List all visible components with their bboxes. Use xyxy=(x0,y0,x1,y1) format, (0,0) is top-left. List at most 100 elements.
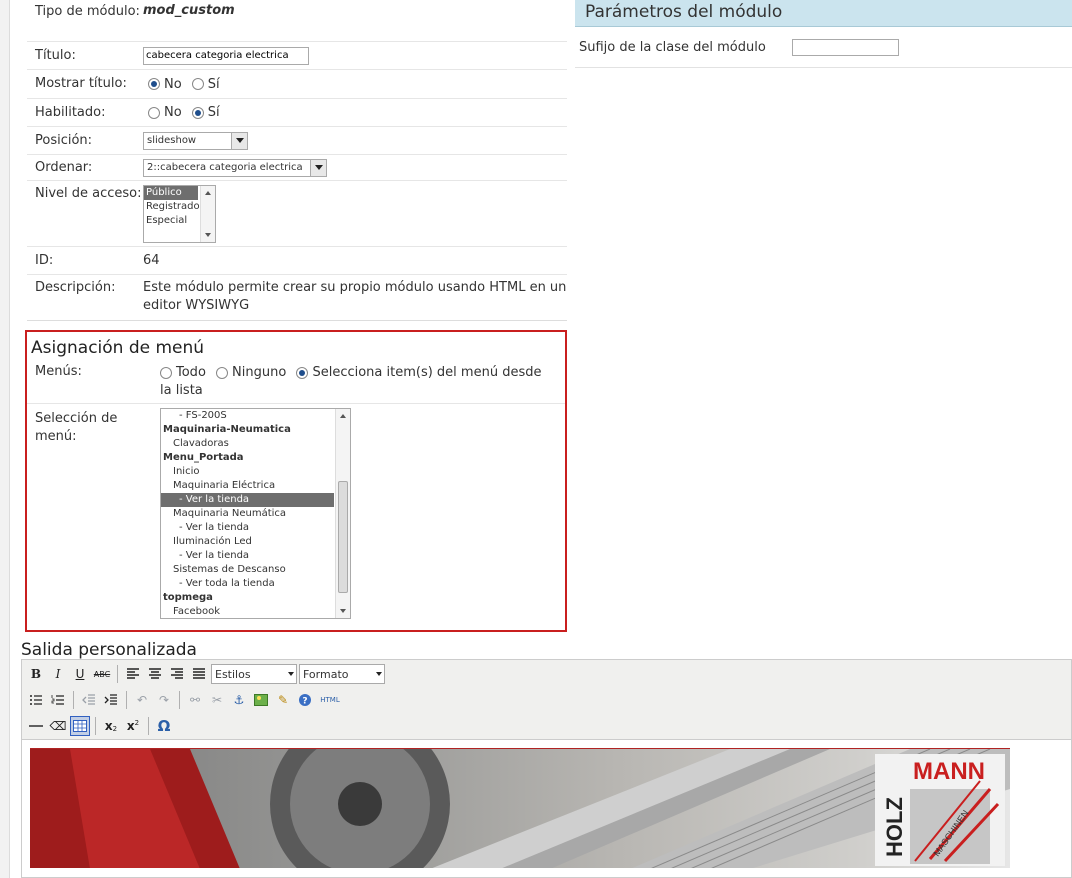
scrollbar[interactable] xyxy=(200,186,215,242)
posicion-select[interactable]: slideshow xyxy=(143,131,248,150)
left-gutter xyxy=(0,0,10,878)
ninguno-option[interactable]: Ninguno xyxy=(216,365,286,380)
module-params-panel: Parámetros del módulo Sufijo de la clase… xyxy=(575,0,1072,69)
styles-value: Estilos xyxy=(215,667,251,681)
table-icon[interactable] xyxy=(70,716,90,736)
align-center-icon[interactable] xyxy=(145,664,165,684)
mostrar-titulo-label: Mostrar título: xyxy=(35,76,127,91)
cleanup-brush-icon[interactable]: ✎ xyxy=(273,690,293,710)
habilitado-no-option[interactable]: No xyxy=(148,105,182,120)
habilitado-label: Habilitado: xyxy=(35,104,106,120)
params-title: Parámetros del módulo xyxy=(575,0,1072,27)
nivel-acceso-list[interactable]: Público Registrado Especial xyxy=(143,185,216,243)
ordenar-select[interactable]: 2::cabecera categoria electrica xyxy=(143,158,327,177)
bold-icon[interactable]: B xyxy=(26,664,46,684)
radio-icon[interactable] xyxy=(191,78,204,90)
list-item[interactable]: Público xyxy=(144,186,198,200)
eraser-icon[interactable]: ⌫ xyxy=(48,716,68,736)
list-item[interactable]: Maquinaria Neumática xyxy=(161,507,334,521)
seleccion-menu-label: Selección de menú: xyxy=(35,411,118,444)
indent-icon[interactable] xyxy=(101,690,121,710)
radio-icon[interactable] xyxy=(191,106,204,119)
chevron-down-icon[interactable] xyxy=(286,672,296,676)
radio-icon[interactable] xyxy=(148,106,160,119)
radio-icon[interactable] xyxy=(296,366,309,379)
list-item[interactable]: Maquinaria-Neumatica xyxy=(161,423,334,437)
mostrar-si-option[interactable]: Sí xyxy=(191,77,220,92)
id-label: ID: xyxy=(35,252,54,268)
styles-select[interactable]: Estilos xyxy=(211,664,297,684)
row-sufijo: Sufijo de la clase del módulo xyxy=(575,27,1072,68)
row-id: ID: 64 xyxy=(27,247,567,275)
horizontal-rule-icon[interactable] xyxy=(26,716,46,736)
list-item[interactable]: - Ver la tienda xyxy=(161,549,334,563)
subscript-icon[interactable]: x2 xyxy=(101,716,121,736)
chevron-down-icon[interactable] xyxy=(231,132,247,149)
numbered-list-icon[interactable] xyxy=(48,690,68,710)
scroll-up-icon[interactable] xyxy=(205,191,211,195)
undo-icon[interactable]: ↶ xyxy=(132,690,152,710)
list-item[interactable]: - Ver toda la tienda xyxy=(161,577,334,591)
align-left-icon[interactable] xyxy=(123,664,143,684)
mostrar-no-text: No xyxy=(164,76,182,92)
help-icon[interactable]: ? xyxy=(295,690,315,710)
toolbar-separator xyxy=(73,691,74,709)
chevron-down-icon[interactable] xyxy=(374,672,384,676)
list-item[interactable]: - FS-200S xyxy=(161,409,334,423)
list-item[interactable]: Clavadoras xyxy=(161,437,334,451)
list-item[interactable]: - Ver la tienda xyxy=(161,521,334,535)
radio-icon[interactable] xyxy=(216,366,229,379)
outdent-icon[interactable] xyxy=(79,690,99,710)
anchor-icon[interactable]: ⚓ xyxy=(229,690,249,710)
html-source-button[interactable]: HTML xyxy=(317,690,343,710)
list-item[interactable]: Menu_Portada xyxy=(161,451,334,465)
row-tipo: Tipo de módulo: mod_custom xyxy=(27,0,567,42)
align-right-icon[interactable] xyxy=(167,664,187,684)
scrollbar-thumb[interactable] xyxy=(338,481,348,593)
underline-icon[interactable]: U xyxy=(70,664,90,684)
bullet-list-icon[interactable] xyxy=(26,690,46,710)
list-item[interactable]: Maquinaria Eléctrica xyxy=(161,479,334,493)
list-item[interactable]: Facebook xyxy=(161,605,334,619)
todo-option[interactable]: Todo xyxy=(160,365,206,380)
radio-icon[interactable] xyxy=(160,366,172,379)
format-select[interactable]: Formato xyxy=(299,664,385,684)
titulo-input[interactable] xyxy=(143,46,309,65)
list-item[interactable]: - Ver la tienda xyxy=(161,493,334,507)
align-justify-icon[interactable] xyxy=(189,664,209,684)
list-item[interactable]: Inicio xyxy=(161,465,334,479)
row-posicion: Posición: slideshow xyxy=(27,127,567,155)
redo-icon[interactable]: ↷ xyxy=(154,690,174,710)
special-char-icon[interactable]: Ω xyxy=(154,716,174,736)
mostrar-no-option[interactable]: No xyxy=(148,77,182,92)
toolbar-row-1: B I U ABC Estilos Formato xyxy=(26,662,385,686)
ordenar-value: 2::cabecera categoria electrica xyxy=(147,162,303,173)
chevron-down-icon[interactable] xyxy=(310,159,326,176)
radio-icon[interactable] xyxy=(148,78,160,90)
habilitado-si-text: Sí xyxy=(207,105,220,120)
scroll-down-icon[interactable] xyxy=(340,609,346,613)
scrollbar[interactable] xyxy=(335,409,350,618)
scroll-up-icon[interactable] xyxy=(340,414,346,418)
brand-mann-text: MANN xyxy=(913,758,985,785)
strikethrough-icon[interactable]: ABC xyxy=(92,664,112,684)
wysiwyg-editor: B I U ABC Estilos Formato ↶ ↷ ⚯ ✂ ⚓ ✎ ? … xyxy=(21,659,1072,878)
sufijo-input[interactable] xyxy=(792,38,899,56)
divider xyxy=(27,403,565,404)
unlink-icon[interactable]: ✂ xyxy=(207,690,227,710)
toolbar-separator xyxy=(179,691,180,709)
id-value: 64 xyxy=(143,253,160,268)
list-item[interactable]: Sistemas de Descanso xyxy=(161,563,334,577)
scroll-down-icon[interactable] xyxy=(205,233,211,237)
menu-assignment-box: Asignación de menú Menús: Todo Ninguno S… xyxy=(25,330,567,632)
superscript-icon[interactable]: x2 xyxy=(123,716,143,736)
link-icon[interactable]: ⚯ xyxy=(185,690,205,710)
list-item[interactable]: topmega xyxy=(161,591,334,605)
italic-icon[interactable]: I xyxy=(48,664,68,684)
image-icon[interactable] xyxy=(251,690,271,710)
habilitado-si-option[interactable]: Sí xyxy=(191,105,220,120)
ordenar-label: Ordenar: xyxy=(35,159,93,175)
menu-selection-list[interactable]: - FS-200S Maquinaria-Neumatica Clavadora… xyxy=(160,408,351,619)
list-item[interactable]: Iluminación Led xyxy=(161,535,334,549)
menus-radio-group: Todo Ninguno Selecciona item(s) del menú… xyxy=(160,364,555,400)
